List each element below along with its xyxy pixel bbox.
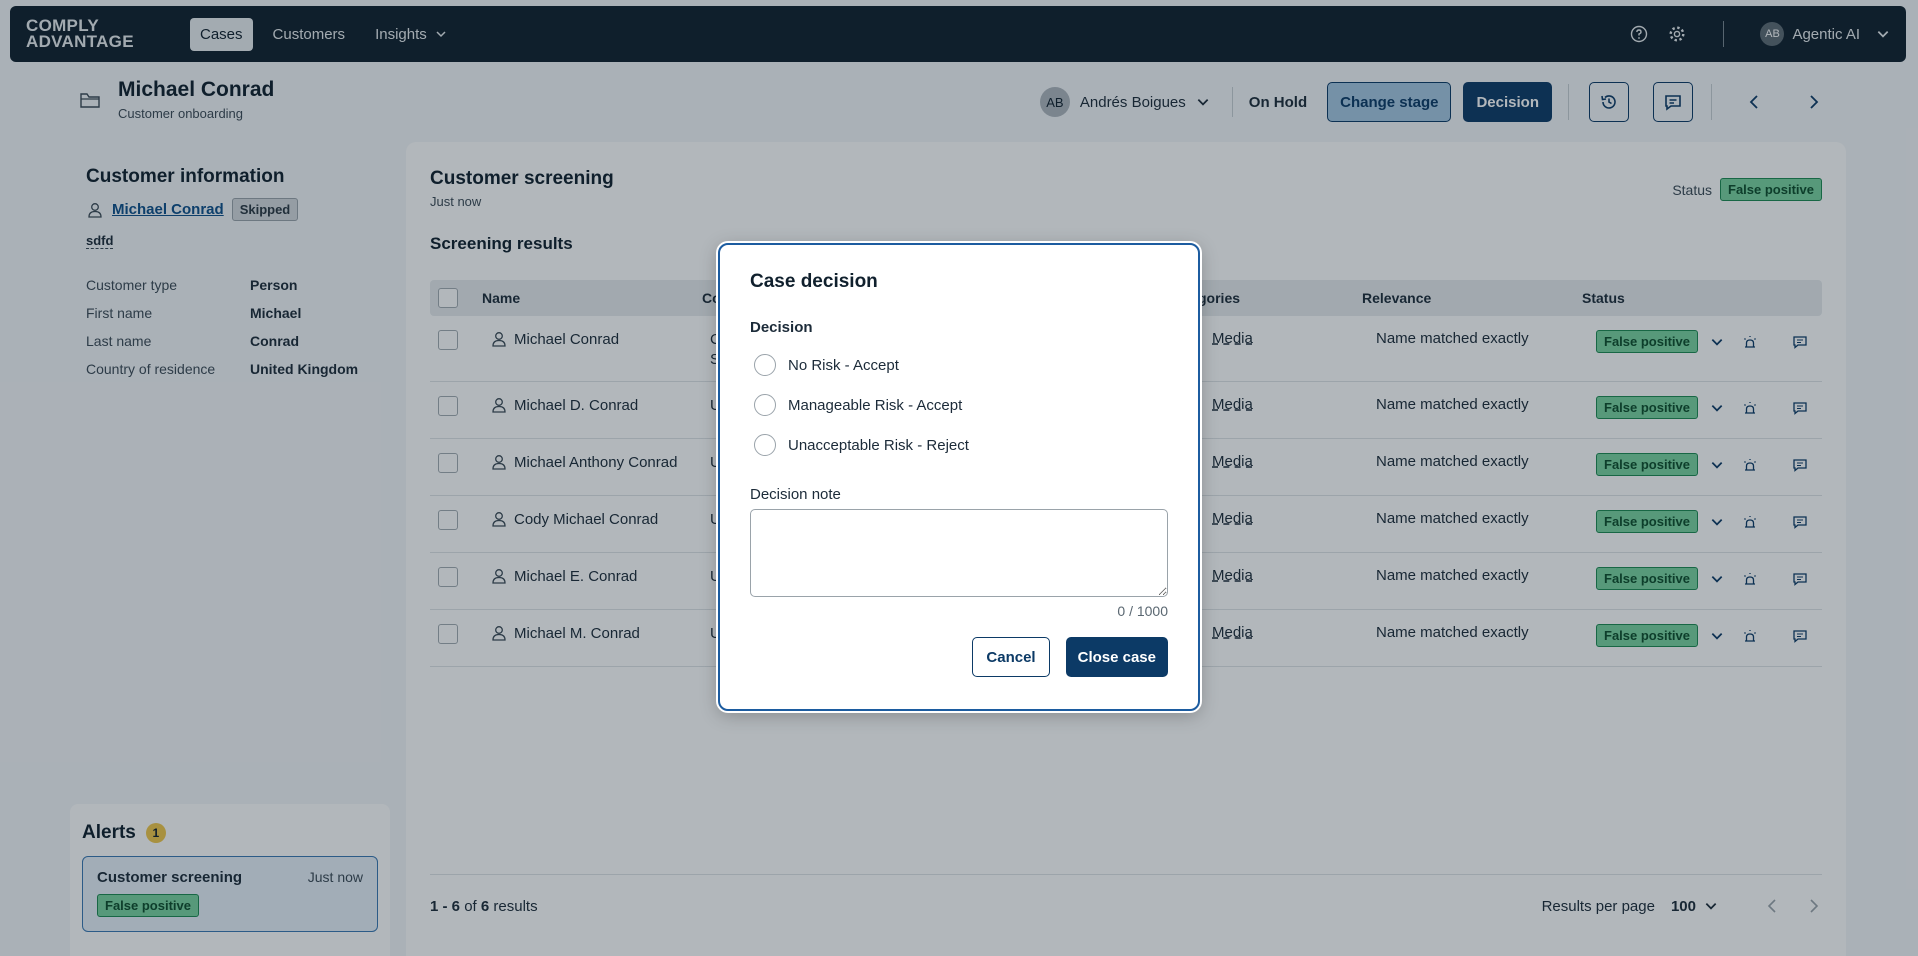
dialog-actions: Cancel Close case [972,637,1168,677]
decision-note-input[interactable] [750,509,1168,597]
option-label: Manageable Risk - Accept [788,396,963,414]
option-manageable-risk-accept[interactable]: Manageable Risk - Accept [750,394,1168,416]
option-unacceptable-risk-reject[interactable]: Unacceptable Risk - Reject [750,434,1168,456]
option-no-risk-accept[interactable]: No Risk - Accept [750,354,1168,376]
radio-button[interactable] [754,434,776,456]
character-counter: 0 / 1000 [1117,603,1168,619]
radio-button[interactable] [754,394,776,416]
dialog-title: Case decision [750,271,878,292]
option-label: No Risk - Accept [788,356,899,374]
close-case-button[interactable]: Close case [1065,637,1168,677]
decision-note-label: Decision note [750,486,841,503]
case-decision-dialog: Case decision Decision No Risk - Accept … [718,243,1200,711]
decision-label: Decision [750,319,813,336]
radio-button[interactable] [754,354,776,376]
cancel-button[interactable]: Cancel [972,637,1050,677]
option-label: Unacceptable Risk - Reject [788,436,969,454]
